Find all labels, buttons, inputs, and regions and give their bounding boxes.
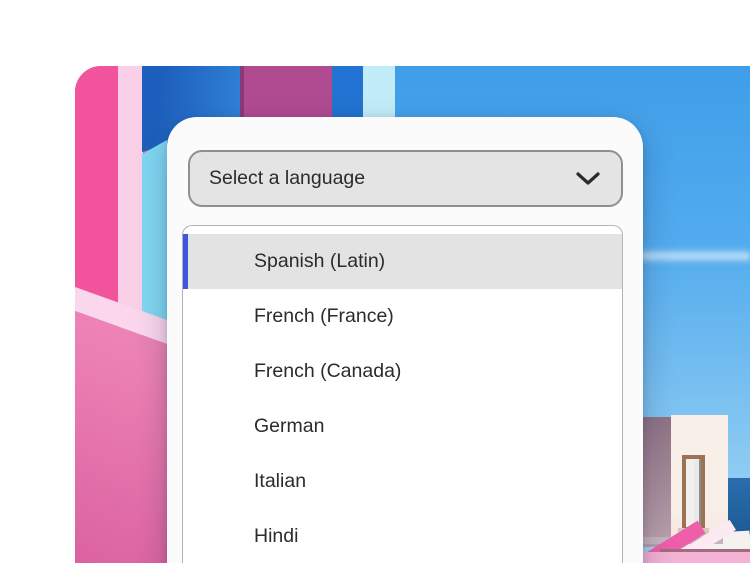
option-label: German: [254, 415, 324, 438]
option-label: Italian: [254, 470, 306, 493]
photo-cyan-stripe: [142, 140, 167, 340]
option-german[interactable]: German: [183, 399, 622, 454]
option-italian[interactable]: Italian: [183, 454, 622, 509]
option-label: French (France): [254, 305, 394, 328]
language-listbox: Spanish (Latin) French (France) French (…: [182, 225, 623, 563]
photo-roof: [643, 552, 750, 563]
language-picker-card: Select a language Spanish (Latin) French…: [167, 117, 643, 563]
language-dropdown-button[interactable]: Select a language: [188, 150, 623, 207]
option-hindi[interactable]: Hindi: [183, 509, 622, 563]
page: Select a language Spanish (Latin) French…: [0, 0, 750, 563]
photo-window: [682, 455, 705, 533]
option-spanish-latin[interactable]: Spanish (Latin): [183, 234, 622, 289]
photo-building-side: [642, 417, 671, 547]
option-label: Hindi: [254, 525, 298, 548]
option-label: Spanish (Latin): [254, 250, 385, 273]
photo-window-glass: [686, 459, 701, 527]
option-french-canada[interactable]: French (Canada): [183, 344, 622, 399]
option-label: French (Canada): [254, 360, 401, 383]
chevron-down-icon: [575, 171, 601, 186]
selected-indicator: [183, 234, 188, 289]
option-french-france[interactable]: French (France): [183, 289, 622, 344]
dropdown-label: Select a language: [209, 167, 365, 190]
